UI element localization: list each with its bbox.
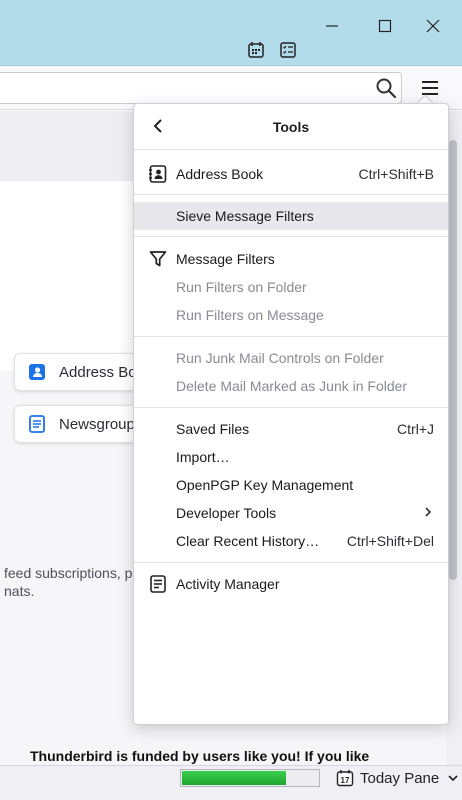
description-text: feed subscriptions, pr [4,565,138,581]
search-input[interactable] [0,72,402,104]
menu-item-label: Sieve Message Filters [176,208,314,224]
menu-item-openpgp[interactable]: OpenPGP Key Management [134,471,448,499]
today-pane-label: Today Pane [360,769,440,787]
activity-manager-icon [150,575,166,593]
menu-item-label: Saved Files [176,421,250,437]
maximize-icon[interactable] [373,14,397,38]
close-icon[interactable] [421,14,445,38]
funding-text: Thunderbird is funded by users like you!… [30,748,370,764]
tools-menu-panel: Tools Address Book Ctrl+Shift+B Sieve Me… [133,103,449,725]
filter-icon [149,251,167,267]
menu-item-label: Delete Mail Marked as Junk in Folder [176,378,408,394]
calendar-day-icon: 17 [336,770,354,787]
address-book-icon [29,364,45,380]
menu-separator [134,562,448,563]
menu-item-delete-junk[interactable]: Delete Mail Marked as Junk in Folder [134,372,448,400]
menu-item-junk-controls[interactable]: Run Junk Mail Controls on Folder [134,344,448,372]
menu-item-run-filters-message[interactable]: Run Filters on Message [134,301,448,329]
menu-separator [134,194,448,195]
menu-separator [134,236,448,237]
menu-item-run-filters-folder[interactable]: Run Filters on Folder [134,273,448,301]
menu-item-label: Clear Recent History… [176,533,320,549]
menu-item-label: Run Filters on Message [176,307,324,323]
shortcut-label: Ctrl+Shift+Del [346,533,434,549]
newsgroup-icon [29,415,45,433]
panel-title: Tools [272,119,310,135]
menu-item-label: Address Book [176,166,264,182]
progress-bar [180,769,320,787]
menu-separator [134,407,448,408]
menu-item-label: Run Filters on Folder [176,279,307,295]
menu-item-label: Developer Tools [176,505,277,521]
today-pane-button[interactable]: 17 Today Pane [336,768,459,788]
menu-item-label: Activity Manager [176,576,280,592]
svg-text:17: 17 [341,776,350,785]
title-bar [0,0,462,66]
menu-item-saved-files[interactable]: Saved Files Ctrl+J [134,415,448,443]
shortcut-label: Ctrl+J [397,421,434,437]
panel-header: Tools [134,104,448,150]
menu-item-activity-manager[interactable]: Activity Manager [134,570,448,598]
search-icon[interactable] [374,76,398,100]
scrollbar-thumb[interactable] [449,140,457,580]
menu-item-label: OpenPGP Key Management [176,477,354,493]
menu-item-address-book[interactable]: Address Book Ctrl+Shift+B [134,160,448,188]
tasks-icon[interactable] [276,38,300,62]
card-label: Newsgroup [59,415,135,433]
address-book-icon [149,165,167,183]
menu-item-sieve-filters[interactable]: Sieve Message Filters [134,202,448,230]
menu-item-label: Run Junk Mail Controls on Folder [176,350,384,366]
calendar-icon[interactable] [244,38,268,62]
chevron-down-icon [448,775,458,782]
menu-separator [134,336,448,337]
minimize-icon[interactable] [320,14,344,38]
card-label: Address Bo [59,363,137,381]
menu-item-import[interactable]: Import… [134,443,448,471]
menu-item-label: Message Filters [176,251,275,267]
menu-item-developer-tools[interactable]: Developer Tools [134,499,448,527]
menu-item-message-filters[interactable]: Message Filters [134,245,448,273]
menu-item-clear-history[interactable]: Clear Recent History… Ctrl+Shift+Del [134,527,448,555]
shortcut-label: Ctrl+Shift+B [358,166,434,182]
description-text: nats. [4,583,35,599]
chevron-right-icon [422,505,434,521]
menu-item-label: Import… [176,449,230,465]
progress-fill [182,771,286,785]
